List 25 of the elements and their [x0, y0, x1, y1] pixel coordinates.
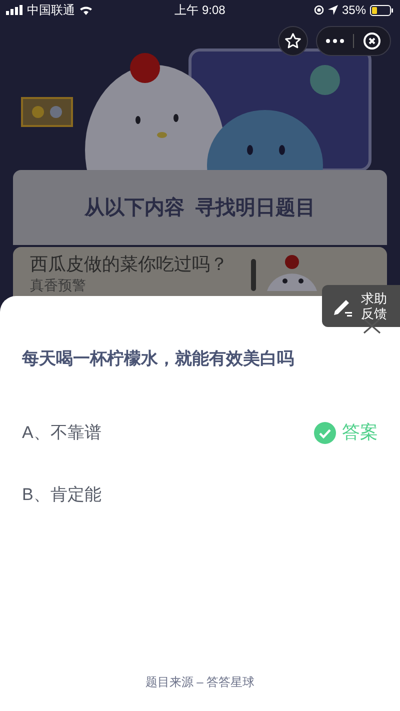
battery-icon — [370, 4, 394, 16]
location-icon — [328, 5, 338, 15]
close-icon — [363, 32, 381, 50]
source-footer: 题目来源 – 答答星球 — [22, 673, 378, 691]
banner-title: 从以下内容 寻找明日题目 — [84, 196, 316, 220]
carrier-name: 中国联通 — [27, 2, 75, 19]
option-label: B、肯定能 — [22, 484, 102, 506]
wifi-icon — [79, 5, 93, 15]
status-time: 上午 9:08 — [174, 2, 226, 19]
answer-option[interactable]: B、肯定能 — [22, 464, 378, 526]
favorite-button[interactable] — [278, 26, 308, 56]
feedback-button[interactable]: 求助反馈 — [322, 285, 400, 327]
more-icon — [326, 39, 344, 43]
option-label: A、不靠谱 — [22, 422, 102, 444]
answer-option[interactable]: A、不靠谱 答案 — [22, 402, 378, 464]
question-text: 每天喝一杯柠檬水，就能有效美白吗 — [22, 348, 295, 370]
article-tag: 真香预警 — [30, 276, 228, 295]
signal-icon — [6, 5, 23, 15]
article-title: 西瓜皮做的菜你吃过吗？ — [30, 255, 228, 274]
close-icon[interactable] — [363, 318, 381, 334]
rotation-lock-icon — [314, 5, 324, 15]
star-icon — [284, 32, 302, 50]
battery-percent: 35% — [342, 2, 366, 19]
answer-label: 答案 — [342, 421, 378, 444]
check-icon — [314, 422, 336, 444]
